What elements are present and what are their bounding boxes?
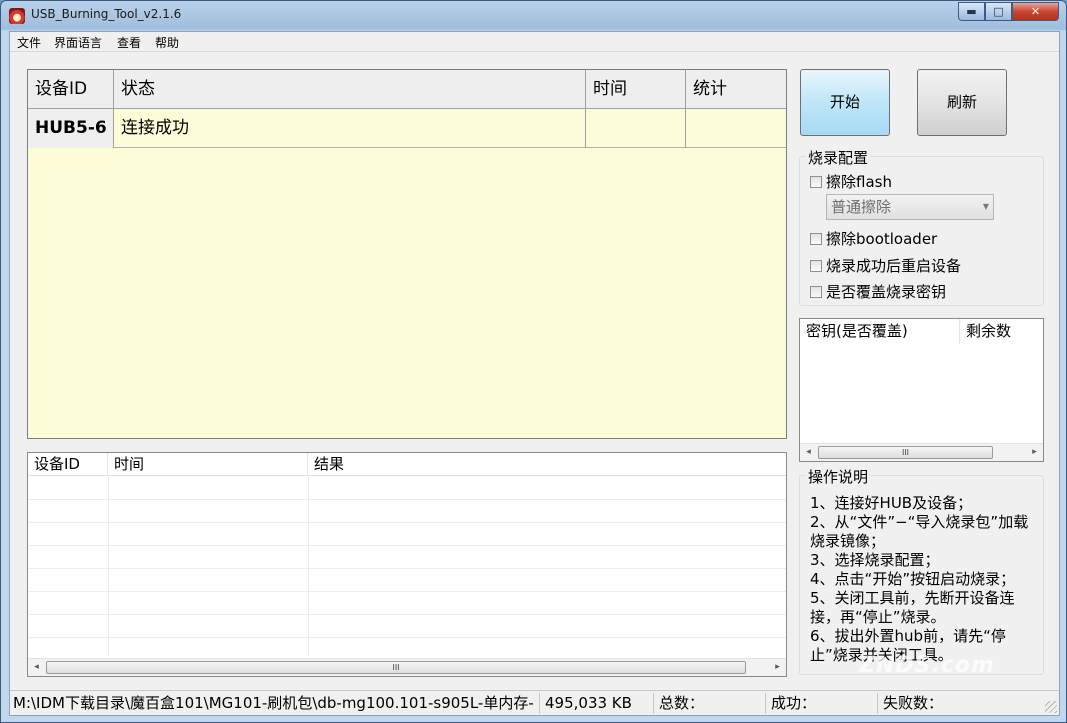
status-success: 成功： bbox=[768, 693, 878, 714]
log-grid-line bbox=[28, 499, 786, 500]
reboot-after-label: 烧录成功后重启设备 bbox=[826, 257, 962, 275]
scroll-right-icon[interactable]: ▸ bbox=[769, 659, 786, 676]
burn-config-title: 烧录配置 bbox=[806, 147, 871, 168]
scroll-left-icon[interactable]: ◂ bbox=[28, 659, 45, 676]
status-package-size: 495,033 KB bbox=[542, 693, 654, 714]
app-icon bbox=[9, 8, 25, 24]
col-status[interactable]: 状态 bbox=[114, 70, 586, 109]
close-button[interactable]: ✕ bbox=[1012, 2, 1059, 21]
col-time[interactable]: 时间 bbox=[586, 70, 686, 109]
log-grid-line bbox=[28, 591, 786, 592]
key-horizontal-scrollbar[interactable]: ◂ III ▸ bbox=[800, 443, 1043, 461]
instruction-line: 2、从“文件”−“导入烧录包”加载烧录镜像； bbox=[810, 513, 1029, 550]
status-bar: M:\IDM下载目录\魔百盒101\MG101-刷机包\db-mg100.101… bbox=[10, 690, 1059, 715]
close-icon: ✕ bbox=[1030, 5, 1041, 18]
minimize-icon: ▬ bbox=[966, 5, 977, 18]
device-id-cell: HUB5-6 bbox=[28, 109, 114, 148]
log-grid-line bbox=[28, 545, 786, 546]
checkbox-icon bbox=[810, 233, 822, 245]
checkbox-icon bbox=[810, 260, 822, 272]
maximize-icon: □ bbox=[993, 5, 1004, 18]
device-grid[interactable]: 设备ID 状态 时间 统计 HUB5-6 连接成功 bbox=[27, 69, 787, 439]
device-status-cell: 连接成功 bbox=[114, 109, 586, 148]
status-package-path: M:\IDM下载目录\魔百盒101\MG101-刷机包\db-mg100.101… bbox=[10, 693, 540, 714]
overwrite-key-checkbox[interactable]: 是否覆盖烧录密钥 bbox=[810, 281, 946, 302]
instruction-line: 3、选择烧录配置； bbox=[810, 551, 940, 569]
device-grid-header: 设备ID 状态 时间 统计 bbox=[28, 70, 786, 109]
key-col-key[interactable]: 密钥(是否覆盖) bbox=[800, 319, 960, 344]
instructions-group: 操作说明 1、连接好HUB及设备； 2、从“文件”−“导入烧录包”加载烧录镜像；… bbox=[799, 466, 1044, 675]
erase-mode-value: 普通擦除 bbox=[831, 198, 892, 216]
menu-language[interactable]: 界面语言 bbox=[54, 34, 102, 51]
client-area: 文件 界面语言 查看 帮助 设备ID 状态 时间 统计 HUB5-6 连接成功 … bbox=[9, 31, 1060, 716]
menu-view[interactable]: 查看 bbox=[117, 34, 141, 51]
erase-bootloader-label: 擦除bootloader bbox=[826, 230, 938, 248]
col-device-id[interactable]: 设备ID bbox=[28, 70, 114, 109]
status-fail: 失败数： bbox=[883, 694, 944, 712]
checkbox-icon bbox=[810, 176, 822, 188]
maximize-button[interactable]: □ bbox=[985, 2, 1012, 21]
erase-flash-label: 擦除flash bbox=[826, 173, 892, 191]
start-button[interactable]: 开始 bbox=[800, 69, 890, 136]
scroll-thumb[interactable]: III bbox=[818, 446, 993, 459]
app-window: USB_Burning_Tool_v2.1.6 ▬ □ ✕ 文件 界面语言 查看… bbox=[0, 0, 1067, 723]
key-list[interactable]: 密钥(是否覆盖) 剩余数 ◂ III ▸ bbox=[799, 318, 1044, 462]
log-grid-line bbox=[28, 568, 786, 569]
status-total: 总数： bbox=[656, 693, 766, 714]
result-log-list[interactable]: 设备ID 时间 结果 ◂ III ▸ bbox=[27, 452, 787, 677]
window-title: USB_Burning_Tool_v2.1.6 bbox=[31, 7, 182, 21]
scroll-right-icon[interactable]: ▸ bbox=[1026, 444, 1043, 461]
instruction-line: 5、关闭工具前，先断开设备连接，再“停止”烧录。 bbox=[810, 589, 1015, 626]
burn-config-group: 烧录配置 擦除flash 普通擦除 ▼ 擦除bootloader 烧录成功后重启设… bbox=[799, 147, 1044, 306]
device-stats-cell bbox=[686, 109, 786, 148]
log-grid-line bbox=[108, 476, 109, 656]
log-grid-line bbox=[28, 637, 786, 638]
title-bar[interactable]: USB_Burning_Tool_v2.1.6 ▬ □ ✕ bbox=[1, 1, 1066, 31]
col-stats[interactable]: 统计 bbox=[686, 70, 786, 109]
instructions-title: 操作说明 bbox=[806, 466, 871, 487]
log-grid-line bbox=[308, 476, 309, 656]
erase-mode-select[interactable]: 普通擦除 ▼ bbox=[826, 194, 994, 220]
erase-flash-checkbox[interactable]: 擦除flash bbox=[810, 171, 892, 192]
log-col-time[interactable]: 时间 bbox=[108, 453, 308, 476]
device-time-cell bbox=[586, 109, 686, 148]
reboot-after-checkbox[interactable]: 烧录成功后重启设备 bbox=[810, 255, 961, 276]
scroll-thumb[interactable]: III bbox=[46, 661, 746, 674]
resize-grip-icon[interactable] bbox=[1045, 701, 1057, 713]
key-col-remaining[interactable]: 剩余数 bbox=[960, 319, 1043, 344]
log-list-header: 设备ID 时间 结果 bbox=[28, 453, 786, 476]
menu-help[interactable]: 帮助 bbox=[155, 34, 179, 51]
instruction-line: 1、连接好HUB及设备； bbox=[810, 494, 973, 512]
log-horizontal-scrollbar[interactable]: ◂ III ▸ bbox=[28, 658, 786, 676]
log-grid-line bbox=[28, 522, 786, 523]
chevron-down-icon: ▼ bbox=[982, 202, 989, 211]
menu-file[interactable]: 文件 bbox=[17, 34, 41, 51]
instruction-line: 4、点击“开始”按钮启动烧录； bbox=[810, 570, 1016, 588]
menu-bar: 文件 界面语言 查看 帮助 bbox=[10, 32, 1059, 52]
log-col-device-id[interactable]: 设备ID bbox=[28, 453, 108, 476]
watermark-logo: ZNDS.com bbox=[859, 653, 995, 678]
scroll-left-icon[interactable]: ◂ bbox=[800, 444, 817, 461]
instructions-text: 1、连接好HUB及设备； 2、从“文件”−“导入烧录包”加载烧录镜像； 3、选择… bbox=[810, 494, 1042, 665]
refresh-button[interactable]: 刷新 bbox=[917, 69, 1007, 136]
checkbox-icon bbox=[810, 286, 822, 298]
device-row[interactable]: HUB5-6 连接成功 bbox=[28, 109, 786, 148]
log-grid-line bbox=[28, 614, 786, 615]
erase-bootloader-checkbox[interactable]: 擦除bootloader bbox=[810, 228, 937, 249]
minimize-button[interactable]: ▬ bbox=[958, 2, 985, 21]
overwrite-key-label: 是否覆盖烧录密钥 bbox=[826, 283, 947, 301]
log-col-result[interactable]: 结果 bbox=[308, 453, 786, 476]
